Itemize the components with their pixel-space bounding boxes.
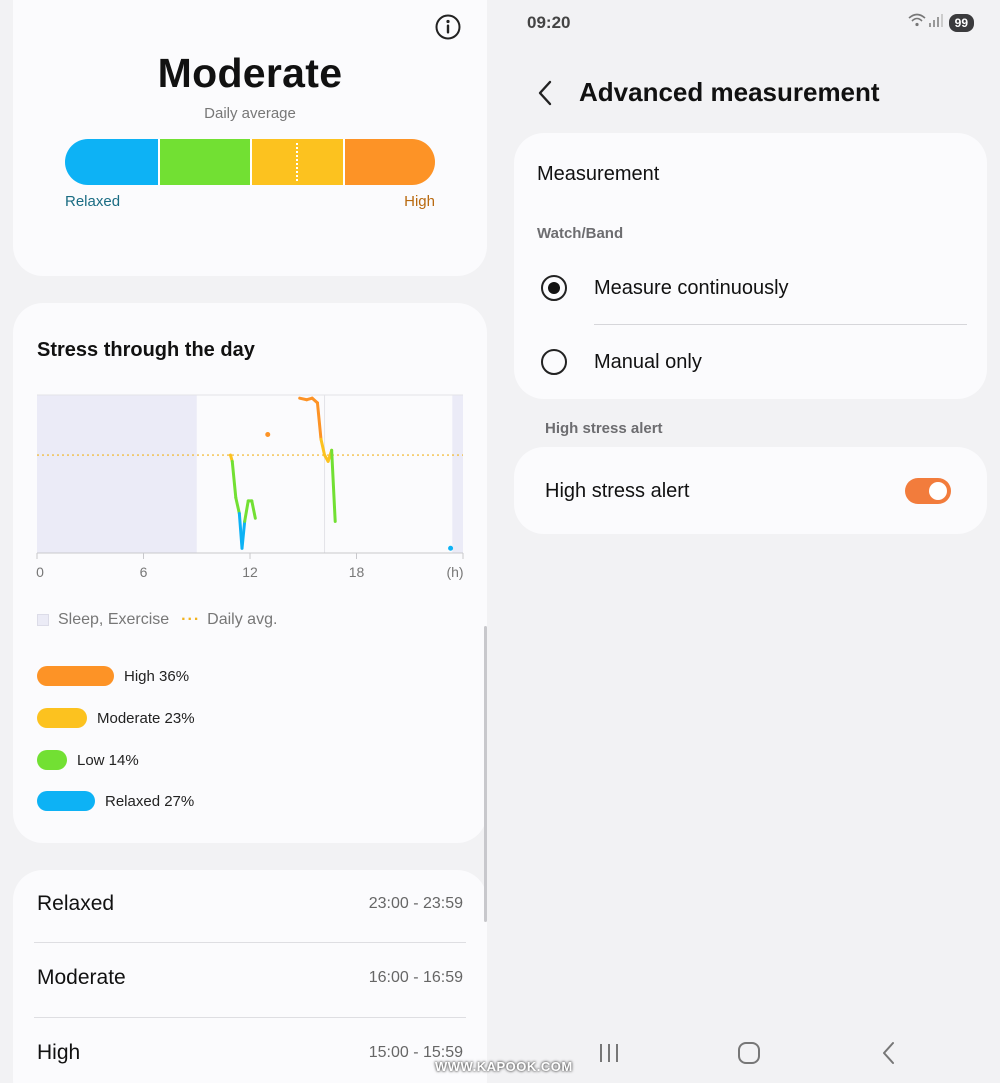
breakdown-pill-low xyxy=(37,750,67,770)
x-tick-label: 0 xyxy=(36,564,44,580)
daily-avg-legend-swatch: ··· xyxy=(181,611,201,628)
sleep-legend-swatch xyxy=(37,614,49,626)
watermark: WWW.KAPOOK.COM xyxy=(435,1059,573,1074)
chart-legend: Sleep, Exercise ··· Daily avg. xyxy=(37,611,277,629)
stress-line-segment xyxy=(230,459,238,500)
breakdown-row-high: High 36% xyxy=(37,666,189,686)
list-item[interactable]: Moderate 16:00 - 16:59 xyxy=(37,940,463,1015)
navigation-bar xyxy=(500,1030,1000,1075)
home-icon[interactable] xyxy=(734,1038,764,1068)
range-level-label: High xyxy=(37,1040,81,1064)
stress-line-segment xyxy=(250,499,257,520)
nav-back-icon[interactable] xyxy=(874,1038,904,1068)
radio-unselected-icon[interactable] xyxy=(541,349,567,375)
status-time: 09:20 xyxy=(527,13,571,32)
advanced-measurement-panel: 09:20 99 Advanced measurement Measuremen… xyxy=(500,0,1000,1083)
stress-level-subtitle: Daily average xyxy=(204,105,296,122)
list-item[interactable]: High 15:00 - 15:59 xyxy=(37,1015,463,1083)
daily-average-marker xyxy=(296,143,298,181)
measurement-card: Measurement Watch/Band Measure continuou… xyxy=(514,133,987,399)
stress-ranges-card: Relaxed 23:00 - 23:59 Moderate 16:00 - 1… xyxy=(13,870,487,1083)
breakdown-row-moderate: Moderate 23% xyxy=(37,708,195,728)
signal-icon xyxy=(927,12,943,33)
sleep-legend-label: Sleep, Exercise xyxy=(58,611,170,628)
stress-level-title: Moderate xyxy=(157,50,343,96)
breakdown-label-high: High 36% xyxy=(124,667,190,685)
measurement-header: Measurement xyxy=(537,163,660,185)
page-title: Advanced measurement xyxy=(579,77,880,107)
range-level-label: Relaxed xyxy=(37,891,115,915)
breakdown-label-low: Low 14% xyxy=(77,751,139,769)
alert-section-label: High stress alert xyxy=(545,420,663,437)
option-measure-continuously[interactable]: Measure continuously xyxy=(541,275,789,301)
high-stress-alert-toggle[interactable] xyxy=(905,478,951,504)
status-icons: 99 xyxy=(907,12,974,33)
breakdown-pill-relaxed xyxy=(37,791,95,811)
stress-line-segment xyxy=(330,448,337,523)
watch-band-subheader: Watch/Band xyxy=(537,225,624,242)
x-unit-label: (h) xyxy=(446,564,463,580)
option-manual-only[interactable]: Manual only xyxy=(541,349,702,375)
stress-line-segment xyxy=(315,401,323,441)
recent-apps-icon[interactable] xyxy=(594,1038,624,1068)
x-tick-label: 18 xyxy=(349,564,365,580)
radio-selected-icon[interactable] xyxy=(541,275,567,301)
bar-segment-high xyxy=(342,139,435,185)
breakdown-row-relaxed: Relaxed 27% xyxy=(37,791,194,811)
stress-level-bar xyxy=(65,139,435,185)
breakdown-label-relaxed: Relaxed 27% xyxy=(105,792,195,810)
stress-chart-card: Stress through the day 0 6 12 18 (h) Sleep, … xyxy=(13,303,487,843)
stress-point xyxy=(448,545,454,551)
range-level-label: Moderate xyxy=(37,965,126,989)
stress-line-chart: 0 6 12 18 (h) xyxy=(36,394,464,580)
x-tick-label: 12 xyxy=(242,564,258,580)
divider xyxy=(594,324,967,325)
info-icon[interactable] xyxy=(434,13,462,41)
sleep-exercise-band xyxy=(37,395,197,553)
breakdown-pill-moderate xyxy=(37,708,87,728)
bar-segment-low xyxy=(157,139,250,185)
wifi-icon xyxy=(907,12,927,33)
stress-summary-card: Moderate Daily average Relaxed High xyxy=(13,0,487,276)
toggle-knob xyxy=(929,482,947,500)
sleep-exercise-band xyxy=(452,395,463,553)
bar-high-label: High xyxy=(404,193,435,210)
back-arrow-icon[interactable] xyxy=(534,78,558,108)
x-tick-label: 6 xyxy=(140,564,148,580)
stress-point xyxy=(265,432,271,437)
chart-title: Stress through the day xyxy=(37,339,255,361)
stress-line-segment xyxy=(243,499,250,523)
stress-line-segment xyxy=(234,496,241,515)
stress-line-segment xyxy=(319,437,327,457)
high-stress-alert-label: High stress alert xyxy=(545,480,690,502)
range-time-label: 23:00 - 23:59 xyxy=(368,894,463,912)
list-item[interactable]: Relaxed 23:00 - 23:59 xyxy=(37,866,463,941)
bar-segment-relaxed xyxy=(65,139,158,185)
high-stress-alert-card: High stress alert xyxy=(514,447,987,534)
option-label: Measure continuously xyxy=(594,276,789,299)
range-time-label: 16:00 - 16:59 xyxy=(368,968,463,986)
daily-avg-legend-label: Daily avg. xyxy=(207,611,278,628)
breakdown-label-moderate: Moderate 23% xyxy=(97,709,195,727)
stress-detail-panel: Moderate Daily average Relaxed High Stre… xyxy=(0,0,500,1083)
breakdown-row-low: Low 14% xyxy=(37,750,139,770)
battery-icon: 99 xyxy=(948,13,974,32)
scrollbar[interactable] xyxy=(484,626,487,922)
option-label: Manual only xyxy=(594,350,702,373)
stress-line-segment xyxy=(240,519,247,550)
breakdown-pill-high xyxy=(37,666,114,686)
bar-relaxed-label: Relaxed xyxy=(65,193,121,210)
